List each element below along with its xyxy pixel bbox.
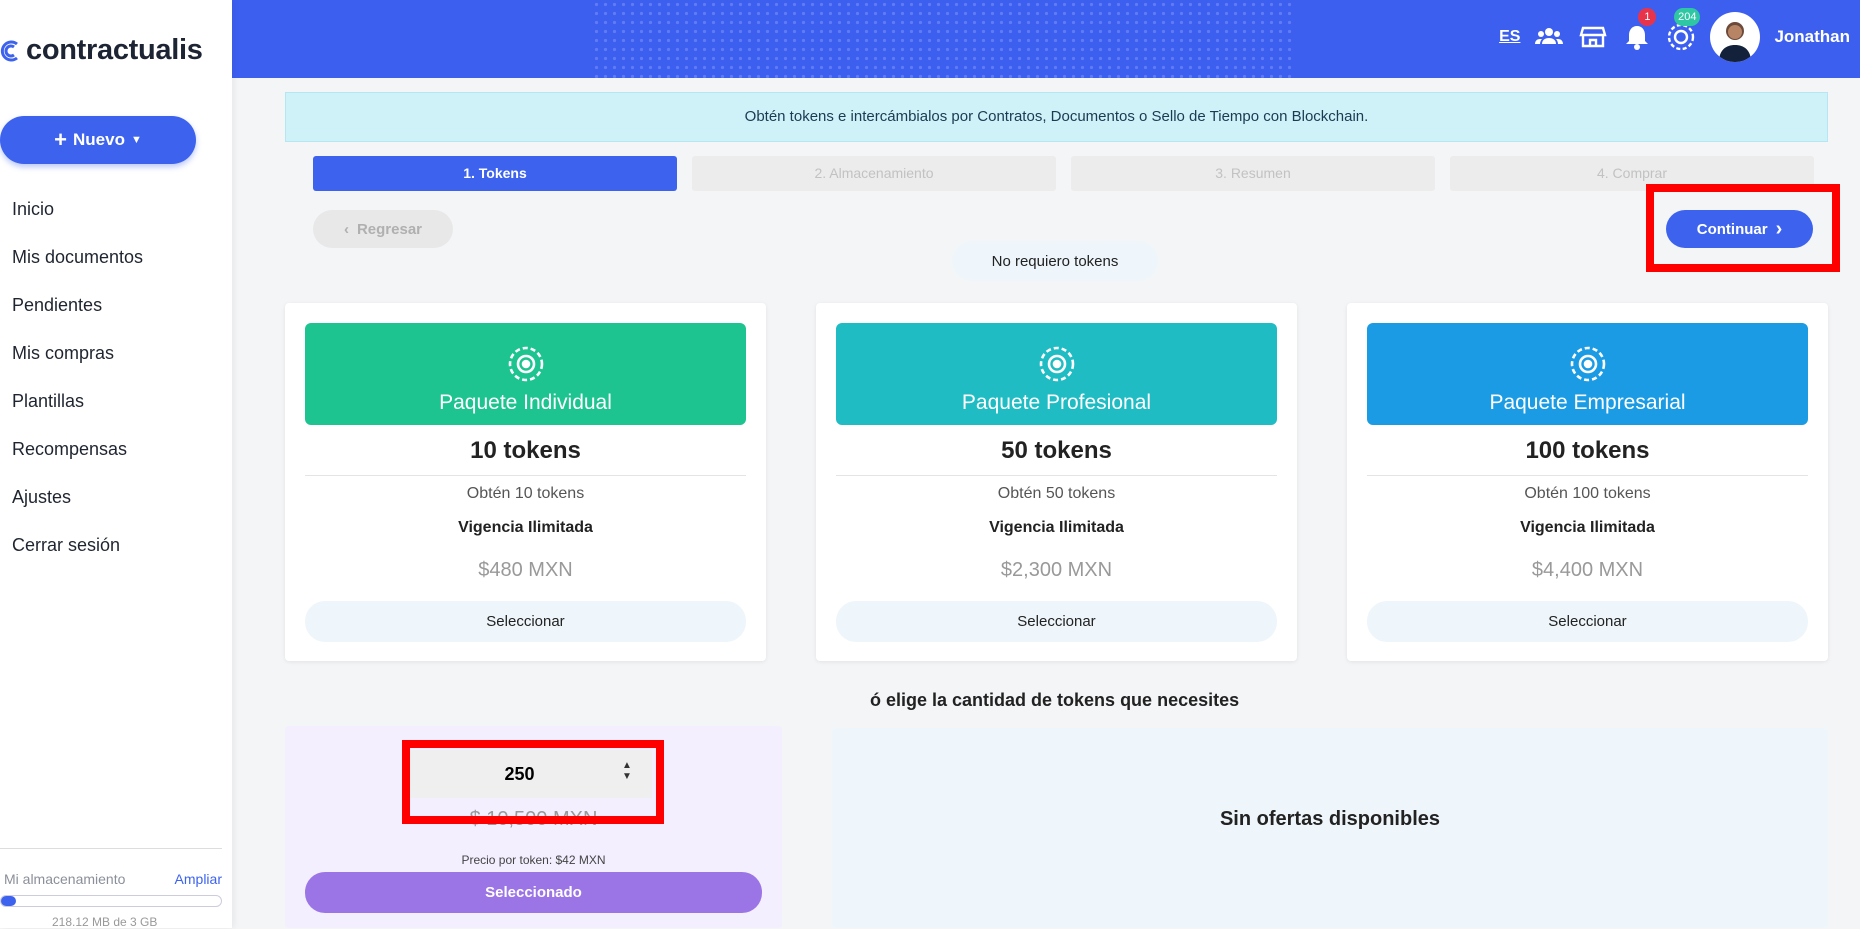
package-header: Paquete Profesional [836,323,1277,425]
package-tokens: 10 tokens [305,437,746,476]
step-progress: 1. Tokens 2. Almacenamiento 3. Resumen 4… [313,156,1814,191]
storage-label: Mi almacenamiento [4,871,126,887]
package-price: $4,400 MXN [1531,559,1644,581]
package-card-empresarial: Paquete Empresarial 100 tokens Obtén 100… [1347,303,1828,661]
select-button[interactable]: Seleccionar [836,601,1277,642]
package-validity: Vigencia Ilimitada [989,519,1124,536]
package-tokens: 50 tokens [836,437,1277,476]
info-alert: Obtén tokens e intercámbialos por Contra… [285,92,1828,142]
package-tokens: 100 tokens [1367,437,1808,476]
package-title: Paquete Individual [439,391,612,414]
sidebar-item-mis-documentos[interactable]: Mis documentos [12,244,143,292]
stepper-up-icon[interactable]: ▲ [622,760,632,771]
token-icon [1569,345,1607,383]
no-offers-text: Sin ofertas disponibles [1219,808,1441,830]
package-card-profesional: Paquete Profesional 50 tokens Obtén 50 t… [816,303,1297,661]
package-price: $2,300 MXN [1000,559,1113,581]
sidebar-item-inicio[interactable]: Inicio [12,196,143,244]
new-button-label: Nuevo [73,130,125,149]
chevron-left-icon: ‹ [343,220,349,238]
token-icon[interactable]: 204 [1666,8,1701,52]
back-button[interactable]: ‹ Regresar [313,210,453,248]
package-validity: Vigencia Ilimitada [1520,519,1655,536]
store-icon[interactable] [1578,22,1608,52]
package-price: $480 MXN [478,559,573,581]
caret-down-icon: ▼ [130,134,142,146]
token-icon [1038,345,1076,383]
sidebar-item-pendientes[interactable]: Pendientes [12,292,143,340]
plus-icon: + [54,127,67,152]
step-resumen: 3. Resumen [1071,156,1435,191]
logo[interactable]: contractualis [0,34,203,67]
package-title: Paquete Profesional [961,391,1152,414]
offers-panel: Sin ofertas disponibles [832,728,1828,928]
package-title: Paquete Empresarial [1489,391,1686,414]
user-name[interactable]: Jonathan [1774,27,1850,47]
new-button[interactable]: + Nuevo ▼ [0,116,196,164]
package-card-individual: Paquete Individual 10 tokens Obtén 10 to… [285,303,766,661]
package-header: Paquete Individual [305,323,746,425]
brand-name: contractualis [26,34,203,66]
sidebar: contractualis + Nuevo ▼ Inicio Mis docum… [0,0,232,929]
chevron-right-icon: › [1775,218,1783,240]
step-tokens: 1. Tokens [313,156,677,191]
sidebar-nav: Inicio Mis documentos Pendientes Mis com… [12,196,143,580]
package-description: Obtén 50 tokens [997,485,1116,502]
sidebar-item-cerrar-sesion[interactable]: Cerrar sesión [12,532,143,580]
token-quantity-input[interactable] [407,750,652,798]
users-icon[interactable] [1534,22,1564,52]
sidebar-item-ajustes[interactable]: Ajustes [12,484,143,532]
storage-panel: Mi almacenamiento Ampliar 218.12 MB de 3… [0,848,222,929]
custom-price: $ 10,500 MXN [469,808,598,830]
sidebar-item-recompensas[interactable]: Recompensas [12,436,143,484]
select-button[interactable]: Seleccionar [1367,601,1808,642]
bell-icon[interactable]: 1 [1622,8,1657,52]
no-tokens-button[interactable]: No requiero tokens [952,241,1158,281]
logo-icon [0,38,22,64]
step-almacenamiento: 2. Almacenamiento [692,156,1056,191]
quantity-stepper[interactable]: ▲ ▼ [622,760,632,782]
price-per-token: Precio por token: $42 MXN [461,853,606,867]
tokens-badge: 204 [1674,8,1701,26]
custom-quantity-subtitle: ó elige la cantidad de tokens que necesi… [870,690,1240,710]
package-description: Obtén 10 tokens [466,485,585,502]
storage-used-text: 218.12 MB de 3 GB [52,915,158,929]
package-header: Paquete Empresarial [1367,323,1808,425]
token-icon [507,345,545,383]
storage-progress-fill [1,896,17,906]
continue-button[interactable]: Continuar › [1666,210,1813,248]
world-map-pattern [592,0,1292,78]
notifications-badge: 1 [1638,8,1657,26]
sidebar-item-plantillas[interactable]: Plantillas [12,388,143,436]
select-button[interactable]: Seleccionar [305,601,746,642]
sidebar-item-mis-compras[interactable]: Mis compras [12,340,143,388]
back-button-label: Regresar [356,220,423,238]
continue-button-label: Continuar [1696,220,1768,238]
selected-button[interactable]: Seleccionado [305,872,762,913]
package-description: Obtén 100 tokens [1524,485,1651,502]
storage-expand-link[interactable]: Ampliar [175,871,222,887]
stepper-down-icon[interactable]: ▼ [622,771,632,782]
language-selector[interactable]: ES [1499,28,1520,46]
step-comprar: 4. Comprar [1450,156,1814,191]
storage-progress-bar [0,895,222,907]
top-bar: ES 1 204 Jonathan [232,0,1860,78]
avatar[interactable] [1710,12,1761,62]
package-validity: Vigencia Ilimitada [458,519,593,536]
